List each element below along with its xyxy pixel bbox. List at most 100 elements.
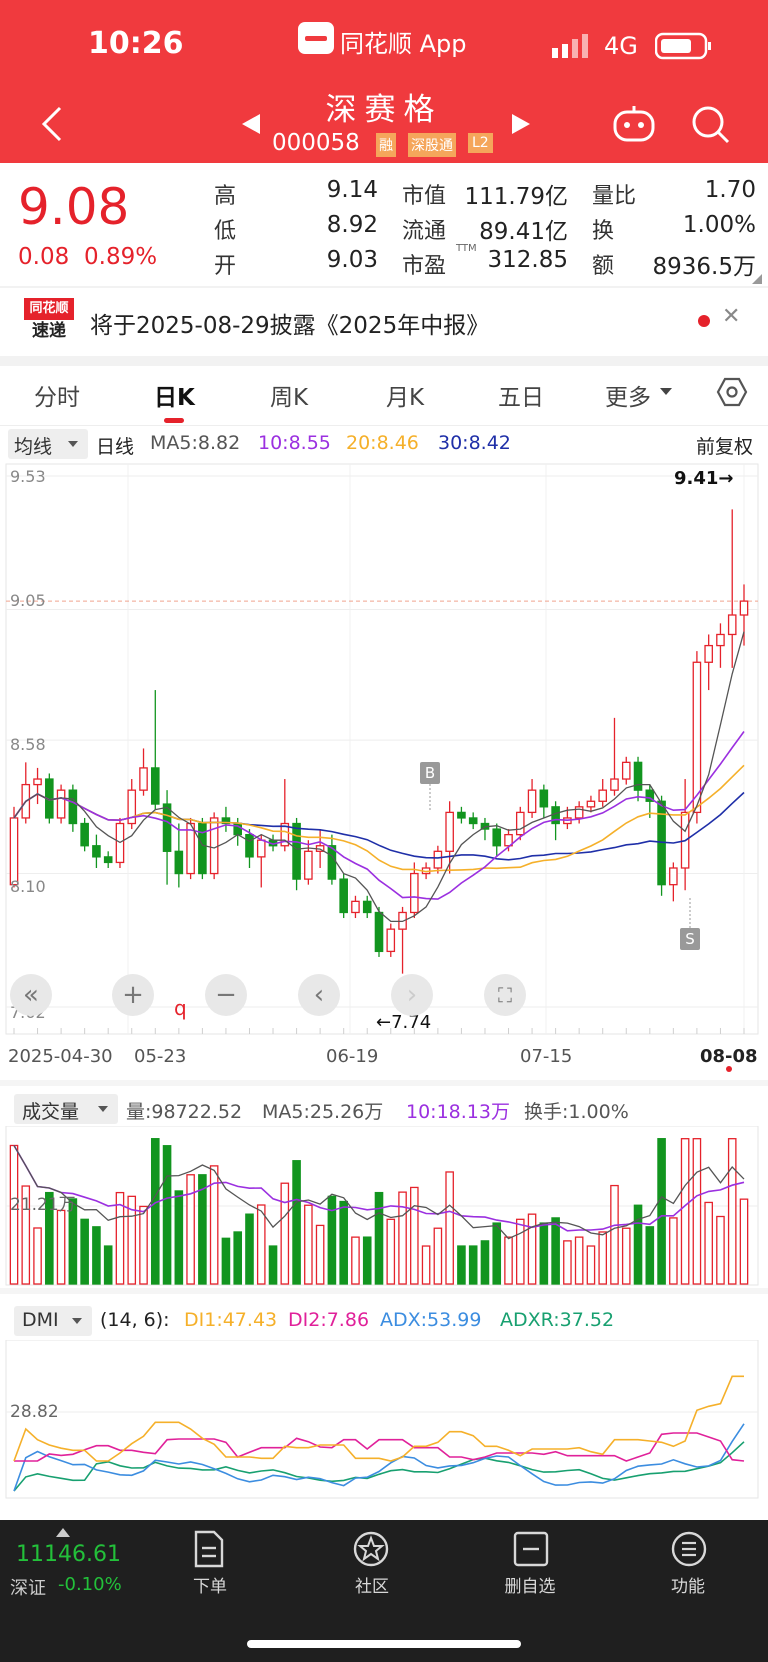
- volume-bar-down: [292, 1160, 301, 1285]
- chevron-down-icon: [98, 1106, 108, 1112]
- prev-stock-icon[interactable]: [240, 112, 262, 140]
- volume-bar-up: [669, 1217, 678, 1285]
- zoom-in-icon[interactable]: +: [112, 974, 154, 1016]
- back-icon[interactable]: [40, 104, 64, 148]
- price-change: 0.08: [18, 244, 70, 270]
- date-label-2: 06-19: [326, 1046, 379, 1067]
- candle-down: [374, 911, 384, 953]
- kline-chart[interactable]: [0, 462, 768, 1042]
- candle-down: [292, 822, 301, 880]
- candle-down: [457, 811, 466, 819]
- volume-bar-up: [598, 1231, 608, 1285]
- volume-bar-up: [727, 1138, 737, 1285]
- dmi-chart[interactable]: [0, 1340, 768, 1500]
- volume-bar-down: [374, 1191, 384, 1285]
- volume-bar-down: [551, 1217, 560, 1285]
- scroll-right-icon[interactable]: ›: [391, 974, 433, 1016]
- tab-five-day[interactable]: 五日: [498, 378, 544, 412]
- volume-bar-up: [621, 1227, 631, 1285]
- menu-circle-icon[interactable]: [670, 1530, 708, 1572]
- tab-daily-k[interactable]: 日K: [154, 378, 195, 412]
- dmi-dropdown[interactable]: DMI: [14, 1306, 92, 1336]
- tab-monthly-k[interactable]: 月K: [386, 378, 424, 412]
- next-stock-icon[interactable]: [510, 112, 532, 140]
- dmi-di2: DI2:7.86: [288, 1309, 370, 1331]
- tab-intraday[interactable]: 分时: [34, 378, 80, 412]
- home-indicator: [247, 1640, 521, 1648]
- low-label: 低: [214, 219, 237, 244]
- expand-corner-icon[interactable]: [752, 274, 762, 284]
- order-doc-icon[interactable]: [192, 1530, 226, 1572]
- volume-bar-down: [245, 1213, 254, 1285]
- candle-up: [9, 817, 19, 886]
- volume-chart[interactable]: [0, 1126, 768, 1286]
- di2-line: [14, 1432, 745, 1462]
- candle-up: [621, 761, 631, 780]
- battery-icon: [654, 32, 713, 64]
- volume-bar-down: [92, 1226, 101, 1285]
- adjust-mode[interactable]: 前复权: [696, 432, 753, 459]
- candle-up: [727, 614, 737, 636]
- signal-icon: [552, 34, 592, 62]
- dmi-adxr: ADXR:37.52: [500, 1309, 615, 1331]
- candle-down: [339, 878, 348, 914]
- volume-bar-down: [198, 1174, 207, 1285]
- volume-bar-up: [139, 1205, 148, 1285]
- volume-bar-down: [268, 1245, 278, 1285]
- robot-assistant-icon[interactable]: [612, 104, 656, 148]
- app-name: 同花顺 App: [340, 30, 467, 58]
- index-name: 深证: [10, 1578, 46, 1599]
- adxr-line: [13, 1441, 745, 1492]
- candle-up: [33, 778, 42, 786]
- sell-signal-badge[interactable]: S: [680, 928, 700, 950]
- date-label-3: 07-15: [520, 1046, 573, 1067]
- price-axis-mid3: 8.10: [10, 877, 46, 896]
- candle-up: [586, 800, 596, 808]
- tab-weekly-k[interactable]: 周K: [270, 378, 308, 412]
- dmi-axis-label: 28.82: [10, 1402, 59, 1422]
- search-icon[interactable]: [690, 104, 732, 150]
- ma-dropdown[interactable]: 均线: [8, 429, 88, 459]
- volume-bar-up: [421, 1245, 431, 1285]
- index-value[interactable]: 11146.61: [16, 1542, 121, 1567]
- fullscreen-icon[interactable]: ⛶: [484, 974, 526, 1016]
- notice-bar[interactable]: 同花顺 速递 将于2025-08-29披露《2025年中报》 ✕: [0, 288, 768, 356]
- close-icon[interactable]: ✕: [722, 304, 740, 329]
- settings-hexagon-icon[interactable]: [716, 376, 748, 412]
- volume-bar-down: [492, 1222, 502, 1285]
- volume-bar-up: [410, 1186, 419, 1285]
- candle-up: [209, 817, 219, 875]
- divider: [0, 356, 768, 366]
- volume-ma5: MA5:25.26万: [262, 1101, 384, 1123]
- rewind-icon[interactable]: «: [10, 974, 52, 1016]
- candle-down: [539, 789, 549, 808]
- stock-code: 000058: [272, 130, 360, 156]
- index-up-arrow-icon: [56, 1528, 70, 1537]
- scroll-left-icon[interactable]: ‹: [298, 974, 340, 1016]
- volume-bar-up: [692, 1138, 702, 1285]
- volume-bar-up: [563, 1240, 572, 1285]
- volume-dropdown[interactable]: 成交量: [14, 1094, 118, 1124]
- nav-community[interactable]: 社区: [322, 1572, 422, 1597]
- remove-watchlist-icon[interactable]: [512, 1530, 550, 1572]
- candle-down: [492, 828, 502, 847]
- nav-order[interactable]: 下单: [160, 1572, 260, 1597]
- community-star-icon[interactable]: [352, 1530, 390, 1572]
- pe-label: 市盈: [402, 254, 447, 279]
- unread-dot: [698, 315, 710, 327]
- candle-down: [245, 833, 254, 858]
- volume-bar-up: [445, 1171, 454, 1285]
- buy-signal-badge[interactable]: B: [420, 762, 440, 784]
- volume-bar-down: [657, 1138, 666, 1285]
- nav-remove-watchlist[interactable]: 删自选: [480, 1572, 580, 1597]
- tab-more[interactable]: 更多: [605, 378, 651, 412]
- price-axis-mid1: 9.05: [10, 591, 46, 610]
- nav-functions[interactable]: 功能: [638, 1572, 738, 1597]
- volume-bar-up: [386, 1218, 396, 1285]
- app-logo-icon: [298, 22, 334, 54]
- chevron-down-icon: [660, 388, 672, 395]
- volume-bar-down: [362, 1236, 372, 1285]
- mktcap-value: 111.79亿: [464, 184, 568, 210]
- vr-value: 1.70: [704, 177, 756, 203]
- zoom-out-icon[interactable]: −: [205, 974, 247, 1016]
